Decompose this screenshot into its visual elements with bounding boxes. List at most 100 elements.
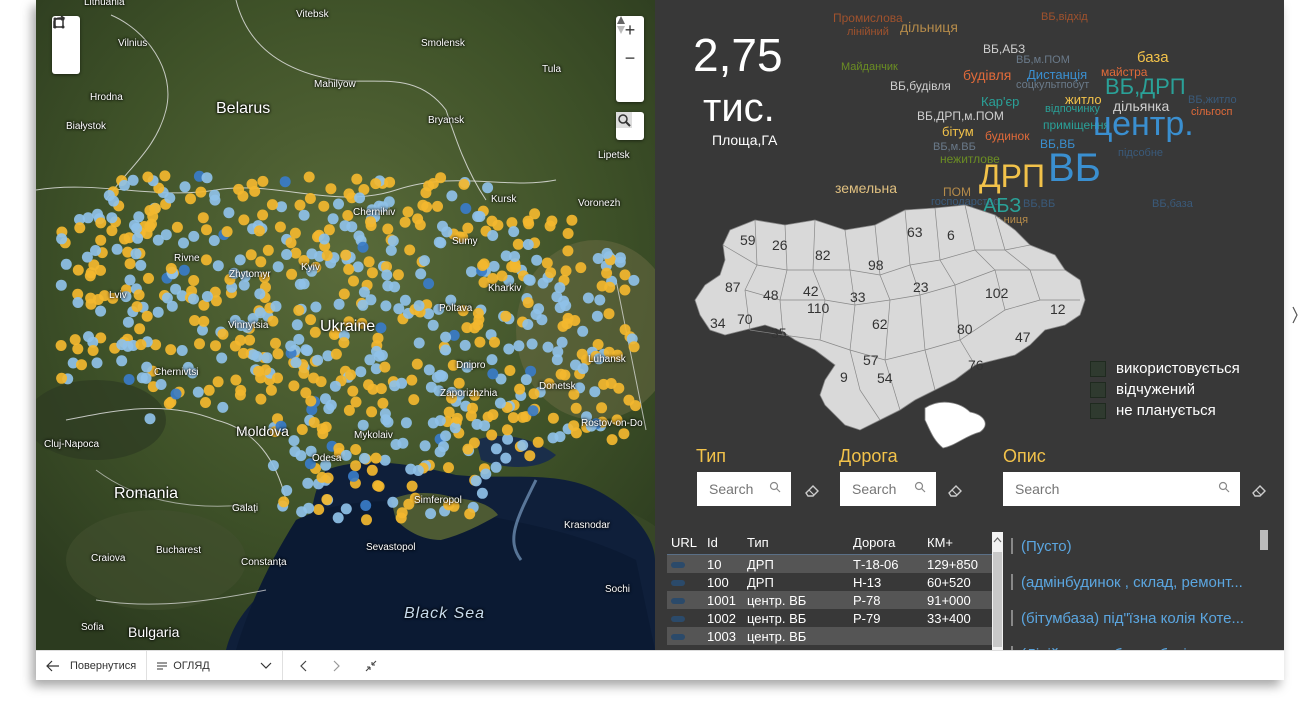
map-point[interactable] [302,477,314,489]
map-point[interactable] [472,319,484,331]
map-point[interactable] [178,237,189,249]
clear-filter-description-icon[interactable] [1250,480,1270,500]
map-point[interactable] [135,339,147,351]
map-point[interactable] [370,178,382,190]
map-point[interactable] [188,275,200,286]
map-point[interactable] [288,380,300,392]
map-point[interactable] [594,294,606,306]
map-point[interactable] [559,369,571,381]
map-point[interactable] [402,206,414,218]
map-point[interactable] [56,372,68,384]
map-point[interactable] [618,428,630,440]
map-point[interactable] [427,178,439,189]
map-point[interactable] [72,264,84,276]
clear-filter-road-icon[interactable] [946,480,966,500]
map-point[interactable] [188,293,199,305]
word-cloud-term[interactable]: підсобне [1118,148,1163,159]
map-point[interactable] [290,357,302,368]
map-point[interactable] [289,227,301,239]
map-point[interactable] [253,225,265,237]
map-point[interactable] [144,221,156,233]
map-point[interactable] [111,243,123,255]
map-point[interactable] [377,397,389,409]
map-point[interactable] [551,354,563,366]
map-point[interactable] [366,464,378,476]
map-point[interactable] [440,430,452,442]
map-point[interactable] [387,496,399,508]
map-point[interactable] [238,214,250,226]
map-point[interactable] [558,295,570,307]
page-selector[interactable]: ОГЛЯД [147,651,282,680]
table-row[interactable]: 10 ДРП Т-18-06 129+850 [667,555,997,573]
map-point[interactable] [131,301,143,313]
map-point[interactable] [403,498,415,510]
map-point[interactable] [562,228,574,239]
map-point[interactable] [419,440,431,452]
map-point[interactable] [494,397,506,409]
map-point[interactable] [350,460,362,472]
map-point[interactable] [508,226,520,238]
map-point[interactable] [306,248,318,260]
map-point[interactable] [371,345,382,357]
map-point[interactable] [400,417,412,429]
map-point[interactable] [412,465,424,476]
header-id[interactable]: Id [707,535,747,550]
map-point[interactable] [159,170,171,182]
map-point[interactable] [60,258,72,270]
map-point[interactable] [603,308,615,320]
map-point[interactable] [357,241,369,253]
map-point[interactable] [179,181,191,193]
map-point[interactable] [395,512,407,524]
map-point[interactable] [406,480,418,492]
map-point[interactable] [348,470,359,482]
map-point[interactable] [171,221,183,233]
map-point[interactable] [322,472,334,484]
header-road[interactable]: Дорога [853,535,927,550]
map-point[interactable] [165,263,177,274]
map-point[interactable] [480,468,492,480]
clear-filter-type-icon[interactable] [803,480,823,500]
url-link-icon[interactable] [667,629,707,644]
map-point[interactable] [84,270,96,282]
word-cloud-term[interactable]: ВБ [1048,148,1101,188]
map-point[interactable] [545,267,557,279]
map-point[interactable] [274,221,286,233]
map-point[interactable] [321,494,333,505]
map-point[interactable] [85,292,97,304]
map-point[interactable] [200,397,211,408]
objects-table[interactable]: URL Id Тип Дорога КМ+ 10 ДРП Т-18-06 129… [667,530,997,650]
collapse-pane-icon[interactable] [1292,305,1298,325]
map-point[interactable] [355,366,367,378]
map-point[interactable] [176,345,188,356]
map-point[interactable] [542,341,554,353]
map-point[interactable] [189,315,201,326]
word-cloud-term[interactable]: бітум [942,125,974,138]
map-point[interactable] [106,225,118,237]
map-point[interactable] [296,424,308,435]
map-point[interactable] [353,230,365,242]
map-point[interactable] [346,221,358,233]
map-point[interactable] [262,244,274,256]
map-search-icon[interactable] [616,112,644,140]
map-point[interactable] [366,267,378,279]
map-point[interactable] [433,236,445,248]
url-link-icon[interactable] [667,575,707,590]
map-point[interactable] [524,274,536,286]
map-point[interactable] [397,437,409,449]
word-cloud-term[interactable]: лінійний [847,27,889,38]
map-point[interactable] [425,381,437,393]
map-point[interactable] [95,305,107,317]
map-point[interactable] [570,427,582,439]
map-point[interactable] [155,379,167,390]
list-item[interactable]: (адмінбудинок , склад, ремонт... [1011,564,1271,600]
map-point[interactable] [201,291,213,302]
word-cloud-term[interactable]: Промислова [833,12,903,24]
map-point[interactable] [118,179,130,191]
word-cloud-term[interactable]: ДРП [979,160,1045,192]
map-point[interactable] [522,297,534,309]
map-point[interactable] [466,266,477,278]
list-item[interactable]: (бітумбаза) під"їзна колія Коте... [1011,600,1271,636]
map-point[interactable] [119,233,130,245]
map-point[interactable] [234,254,246,266]
map-point[interactable] [486,354,498,366]
